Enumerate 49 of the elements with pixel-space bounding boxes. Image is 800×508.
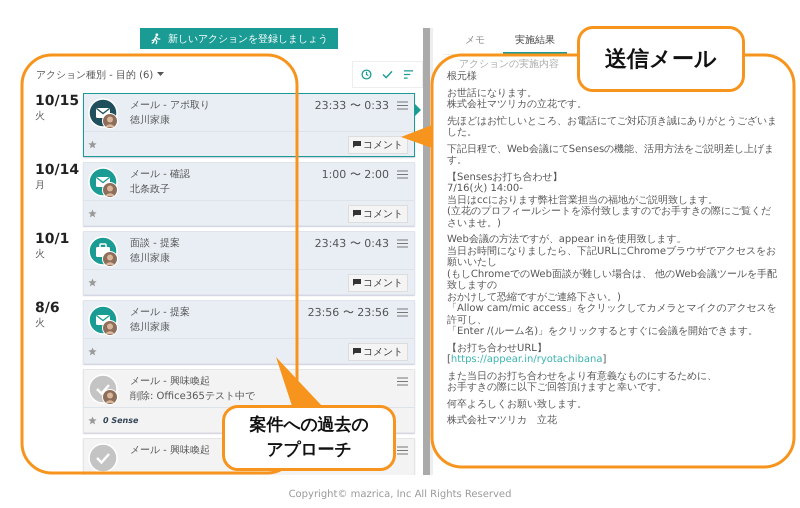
email-text: 先ほどはお忙しいところ、お電話にてご対応頂き誠にありがとうございました。	[447, 116, 778, 138]
field-label: アクションの実施内容	[459, 59, 559, 70]
action-title: 面談 - 提案	[130, 236, 180, 250]
email-text: 当日お時間になりましたら、下記URLにChromeブラウザでアクセスをお願いいたし	[447, 246, 778, 268]
email-text: 【Sensesお打ち合わせ】	[447, 172, 562, 182]
email-text: お世話になります。	[447, 88, 537, 98]
contact-name: 北条政子	[130, 182, 170, 196]
email-text: 「Allow cam/mic access」をクリックしてカメラとマイクのアクセスを許可し、	[447, 303, 778, 326]
email-text: 株式会社マツリカ 立花	[447, 415, 557, 426]
email-text: 7/16(火) 14:00-	[447, 183, 523, 194]
action-title: メール - 興味喚起	[130, 374, 210, 388]
callout-label: 送信メール	[577, 26, 745, 92]
email-text: 【お打ち合わせURL】	[447, 342, 547, 354]
email-text: (立花のプロフィールシートを添付致しますのでお手すきの際にご覧くださいませ。)	[447, 206, 772, 229]
contact-name: 徳川家康	[130, 114, 170, 127]
email-text: [https://appear.in/ryotachibana]	[447, 354, 606, 366]
contact-name: 削除: Office365テスト中で	[130, 390, 255, 403]
action-date: 10/1	[35, 231, 70, 247]
email-text: Web会議の方法ですが、appear inを使用致します。	[447, 234, 686, 246]
action-time: 1:00 〜 2:00	[322, 167, 389, 182]
action-title: メール - 確認	[130, 168, 190, 181]
email-text: おかけして恐縮ですがご連絡下さい。)	[447, 292, 621, 302]
email-text: (もしChromeでのWeb面談が難しい場合は、 他のWeb会議ツールを手配致しますの	[447, 268, 778, 292]
weekday-label: 火	[35, 316, 45, 330]
contact-name: 徳川家康	[130, 320, 170, 334]
weekday-label: 月	[35, 179, 45, 192]
email-text: また当日のお打ち合わせをより有意義なものにするために、	[447, 370, 717, 382]
weekday-label: 火	[35, 110, 45, 123]
copyright-text: Copyright© mazrica, Inc All Rights Reserved	[288, 489, 512, 500]
action-date: 8/6	[35, 300, 60, 316]
weekday-label: 火	[35, 248, 45, 261]
email-text: 「Enter /(ルーム名)」をクリックするとすぐに会議を開始できます。	[447, 326, 758, 338]
email-text: 株式会社マツリカの立花です。	[447, 99, 587, 110]
action-time: 23:33 〜 0:33	[314, 98, 389, 113]
action-time: 23:43 〜 0:43	[314, 236, 389, 251]
action-title: メール - アポ取り	[130, 99, 210, 112]
email-text: お手すきの際に以下ご回答頂けますと幸いです。	[447, 382, 667, 394]
email-text: 当日はccにおります弊社営業担当の福地がご説明致します。	[447, 194, 718, 206]
email-text: 下記日程で、Web会議にてSensesの機能、活用方法をご説明差し上げます。	[447, 144, 776, 166]
action-title: メール - 興味喚起	[130, 444, 210, 457]
contact-name: 徳川家康	[130, 252, 170, 265]
action-date: 10/15	[35, 93, 80, 109]
action-title: メール - 提案	[130, 306, 190, 319]
action-time: 23:56 〜 23:56	[308, 305, 389, 320]
email-text: 何卒よろしくお願い致します。	[447, 398, 587, 410]
action-date: 10/14	[35, 162, 80, 178]
callout-label: 案件への過去の アプローチ	[222, 405, 396, 471]
email-text: 根元様	[447, 71, 477, 82]
sense-count: 0 Sense	[103, 416, 138, 425]
